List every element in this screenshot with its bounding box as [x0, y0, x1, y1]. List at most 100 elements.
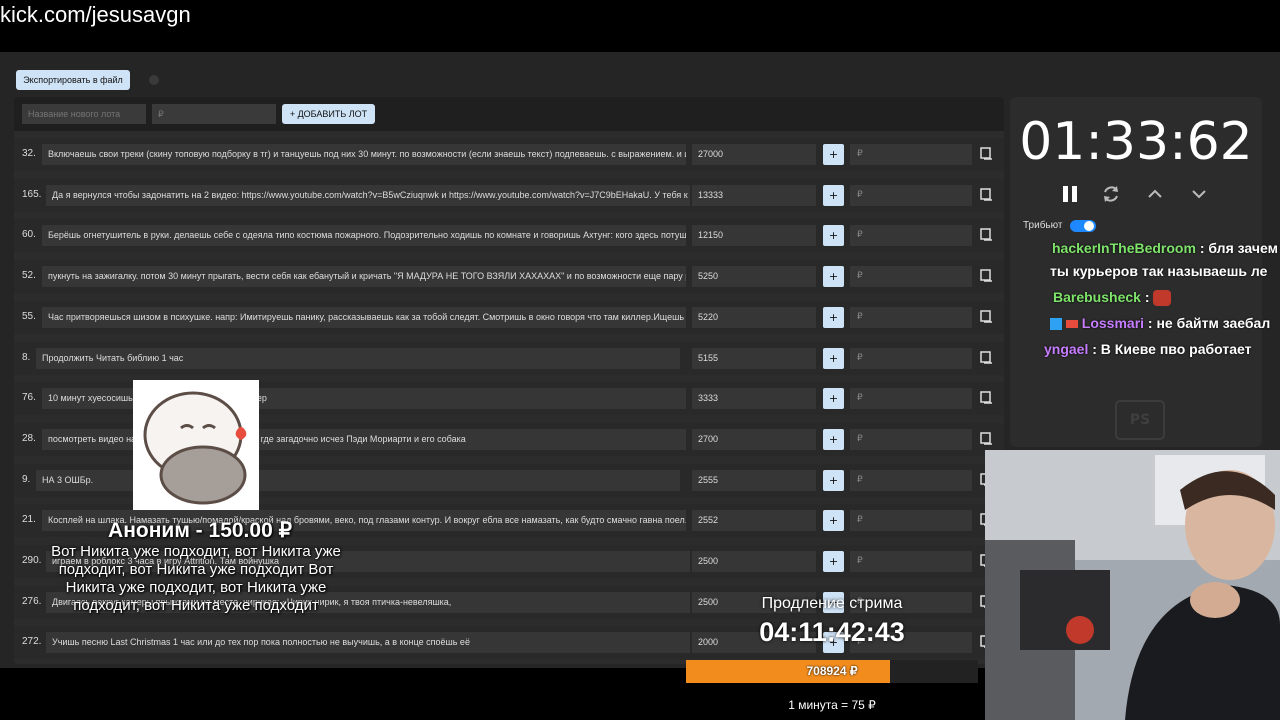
lot-number: 28.	[22, 432, 36, 444]
delete-icon[interactable]	[980, 310, 993, 323]
delete-icon[interactable]	[980, 147, 993, 160]
lot-amount-field[interactable]: 27000	[692, 144, 816, 165]
chat-text: ты курьеров так называешь ле	[1050, 263, 1268, 279]
add-amount-input[interactable]: ₽	[850, 510, 972, 532]
lot-number: 165.	[22, 188, 42, 200]
lot-number: 272.	[22, 636, 42, 648]
lot-row: 52. пукнуть на зажигалку. потом 30 минут …	[14, 260, 1004, 294]
delete-icon[interactable]	[980, 350, 993, 364]
add-amount-button[interactable]: +	[823, 225, 844, 247]
add-amount-input[interactable]: ₽	[850, 184, 972, 206]
new-lot-name-input[interactable]	[22, 104, 146, 124]
add-amount-button[interactable]: +	[823, 510, 844, 532]
emote-icon	[1153, 290, 1172, 307]
chat-text: :	[1144, 289, 1150, 305]
delete-icon[interactable]	[980, 228, 993, 242]
badge-icon	[1065, 320, 1078, 329]
lot-amount-field[interactable]: 5220	[692, 306, 816, 328]
add-amount-input[interactable]: ₽	[850, 306, 972, 328]
browser-url: kick.com/jesusavgn	[0, 2, 191, 27]
lot-amount-field[interactable]: 5250	[692, 266, 816, 288]
add-amount-input[interactable]: ₽	[850, 388, 972, 410]
add-amount-button[interactable]: +	[823, 551, 844, 572]
lot-amount-field[interactable]: 2500	[692, 551, 816, 572]
lot-number: 9.	[22, 473, 31, 485]
lot-number: 21.	[22, 514, 36, 526]
chat-text: : не байтм заебал	[1147, 315, 1271, 331]
lot-name-field[interactable]: пукнуть на зажигалку. потом 30 минут пры…	[42, 266, 686, 288]
lot-amount-field[interactable]: 2552	[692, 510, 816, 532]
lot-amount-field[interactable]: 13333	[692, 184, 816, 206]
webcam-image	[985, 450, 1280, 720]
chevron-up-icon[interactable]	[1145, 184, 1165, 204]
lot-number: 8.	[22, 351, 31, 363]
webcam-feed	[985, 450, 1280, 720]
lot-number: 32.	[22, 148, 36, 159]
add-amount-input[interactable]: ₽	[850, 469, 972, 491]
lot-number: 276.	[22, 595, 42, 607]
add-amount-input[interactable]: ₽	[850, 347, 972, 369]
chat-message: yngael : В Киеве пво работает	[1044, 341, 1251, 357]
add-amount-button[interactable]: +	[823, 469, 844, 491]
cat-sticker	[143, 391, 247, 505]
lot-name-field[interactable]: Учишь песню Last Christmas 1 час или до …	[46, 632, 690, 654]
chat-user: hackerInTheBedroom	[1052, 240, 1196, 256]
lot-name-field[interactable]: Час притворяешься шизом в психушке. напр…	[42, 306, 686, 328]
lot-name-field[interactable]: Включаешь свои треки (скину топовую подб…	[42, 144, 686, 165]
add-amount-button[interactable]: +	[823, 184, 844, 206]
chat-message: hackerInTheBedroom : бля зачем	[1052, 240, 1278, 256]
new-lot-amount-input[interactable]	[152, 104, 276, 124]
add-amount-button[interactable]: +	[823, 144, 844, 165]
chat-message: Barebusheck :	[1053, 289, 1172, 307]
add-amount-button[interactable]: +	[823, 388, 844, 410]
add-amount-button[interactable]: +	[823, 266, 844, 288]
lot-amount-field[interactable]: 2555	[692, 469, 816, 491]
chat-user: Lossmari	[1081, 315, 1145, 331]
lot-amount-field[interactable]: 2700	[692, 428, 816, 450]
lot-number: 290.	[22, 555, 42, 566]
add-amount-input[interactable]: ₽	[850, 266, 972, 288]
auction-timer: 01:33:62	[1019, 112, 1253, 172]
add-lot-bar: + ДОБАВИТЬ ЛОТ	[14, 97, 1004, 131]
donation-title: Аноним - 150.00 ₽	[108, 519, 292, 542]
delete-icon[interactable]	[980, 391, 993, 404]
extension-timer: 04:11:42:43	[759, 617, 905, 647]
chevron-down-icon[interactable]	[1189, 184, 1209, 204]
lot-amount-field[interactable]: 3333	[692, 388, 816, 410]
lot-row: 60. Берёшь огнетушитель в руки. делаешь с…	[14, 219, 1004, 253]
add-amount-input[interactable]: ₽	[850, 428, 972, 450]
status-dot	[149, 75, 159, 85]
add-amount-button[interactable]: +	[823, 428, 844, 450]
chat-user: Barebusheck	[1053, 289, 1141, 305]
chat-message: ты курьеров так называешь ле	[1050, 263, 1267, 279]
reset-icon[interactable]	[1101, 184, 1121, 204]
add-lot-button[interactable]: + ДОБАВИТЬ ЛОТ	[282, 104, 375, 124]
add-amount-input[interactable]: ₽	[850, 144, 972, 165]
lot-row: 55. Час притворяешься шизом в психушке. н…	[14, 300, 1004, 334]
lot-name-field[interactable]: Берёшь огнетушитель в руки. делаешь себе…	[42, 225, 686, 247]
lot-row: 32. Включаешь свои треки (скину топовую п…	[14, 138, 1004, 171]
lot-row: 8. Продолжить Читать библию 1 час 5155 + ₽	[14, 341, 1004, 375]
lot-name-field[interactable]: Да я вернулся чтобы задонатить на 2 виде…	[46, 184, 690, 206]
lot-name-field[interactable]: Продолжить Читать библию 1 час	[36, 347, 680, 369]
chat-user: yngael	[1044, 341, 1089, 357]
donation-message: Вот Никита уже подходит, вот Никита уже …	[51, 543, 341, 614]
tribute-toggle[interactable]	[1070, 220, 1096, 232]
extension-rate: 1 минута = 75 ₽	[788, 698, 876, 712]
add-amount-input[interactable]: ₽	[850, 225, 972, 247]
delete-icon[interactable]	[980, 269, 993, 282]
add-amount-button[interactable]: +	[823, 306, 844, 328]
add-amount-input[interactable]: ₽	[850, 551, 972, 572]
pause-icon[interactable]	[1060, 184, 1080, 204]
lot-number: 76.	[22, 392, 36, 404]
delete-icon[interactable]	[980, 187, 993, 201]
extension-label: Продление стрима	[761, 595, 903, 612]
lot-number: 52.	[22, 270, 36, 282]
lot-amount-field[interactable]: 12150	[692, 225, 816, 247]
chat-message: Lossmari : не байтм заебал	[1050, 315, 1270, 331]
export-button[interactable]: Экспортировать в файл	[16, 70, 130, 90]
alert-image	[133, 380, 259, 510]
add-amount-button[interactable]: +	[823, 347, 844, 369]
lot-amount-field[interactable]: 5155	[692, 347, 816, 369]
delete-icon[interactable]	[980, 432, 993, 445]
